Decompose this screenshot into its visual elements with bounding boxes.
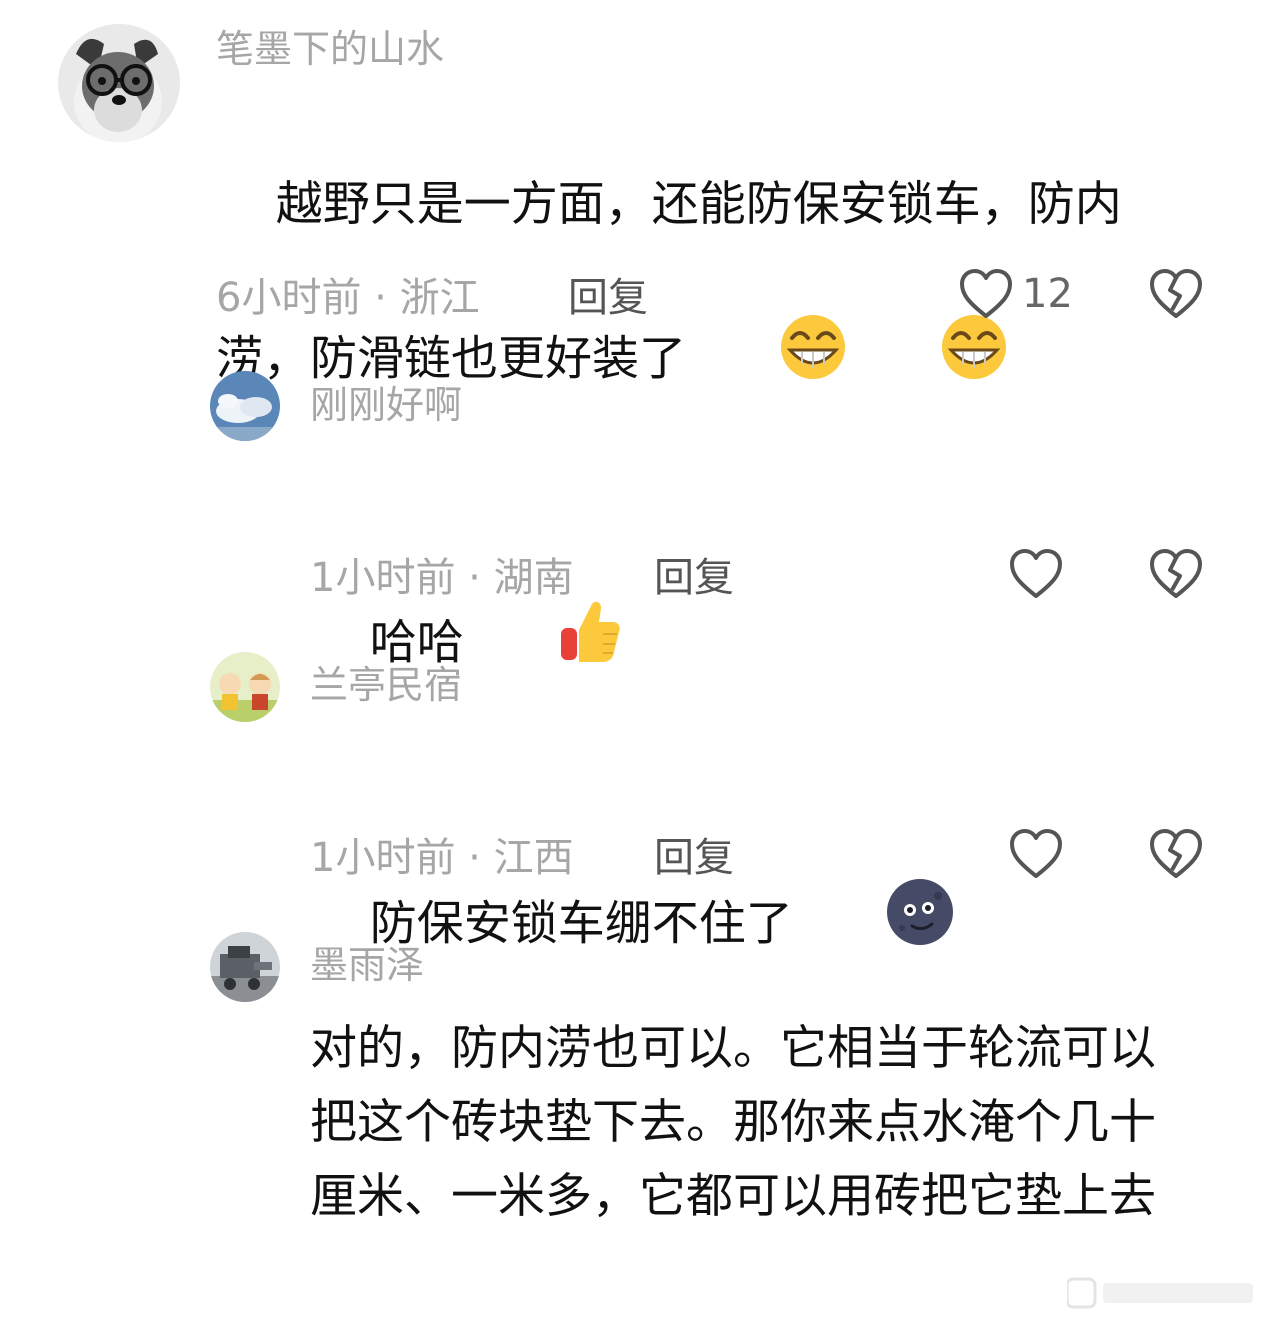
comment-body: 防保安锁车绷不住了: [369, 896, 793, 952]
like-button[interactable]: 12: [958, 268, 1073, 320]
heart-icon: [960, 269, 1012, 318]
grinning-face-icon: [688, 238, 848, 478]
like-button[interactable]: [1008, 548, 1064, 600]
like-count: 12: [1022, 271, 1073, 317]
broken-heart-icon: [1150, 549, 1202, 598]
heart-icon: [1010, 549, 1062, 598]
watermark: [1067, 1275, 1257, 1311]
username[interactable]: 刚刚好啊: [310, 386, 462, 424]
sky-avatar-icon: [210, 371, 280, 441]
username[interactable]: 兰亭民宿: [310, 666, 462, 704]
comment-time-location: 1小时前 · 湖南: [310, 555, 574, 601]
reply-button[interactable]: 回复: [654, 558, 734, 598]
avatar[interactable]: [210, 371, 280, 441]
comment-time-location: 1小时前 · 江西: [310, 835, 574, 881]
comment-time-location: 6小时前 · 浙江: [216, 275, 480, 321]
avatar[interactable]: [210, 932, 280, 1002]
username[interactable]: 墨雨泽: [310, 946, 424, 984]
cartoon-avatar-icon: [210, 652, 280, 722]
like-button[interactable]: [1008, 828, 1064, 880]
username[interactable]: 笔墨下的山水: [216, 30, 444, 68]
dislike-button[interactable]: [1148, 828, 1204, 884]
avatar[interactable]: [58, 24, 180, 142]
reply-button[interactable]: 回复: [654, 838, 734, 878]
new-moon-face-icon: [795, 802, 957, 1044]
broken-heart-icon: [1150, 269, 1202, 318]
heart-icon: [1010, 829, 1062, 878]
robot-avatar-icon: [210, 932, 280, 1002]
dog-avatar-icon: [58, 24, 180, 142]
reply-button[interactable]: 回复: [568, 278, 648, 318]
dislike-button[interactable]: [1148, 268, 1204, 324]
watermark-logo-icon: [1067, 1277, 1253, 1309]
avatar[interactable]: [210, 652, 280, 722]
dislike-button[interactable]: [1148, 548, 1204, 604]
broken-heart-icon: [1150, 829, 1202, 878]
comment-text: 对的，防内涝也可以。它相当于轮流可以把这个砖块垫下去。那你来点水淹个几十厘米、一…: [310, 1021, 1156, 1224]
